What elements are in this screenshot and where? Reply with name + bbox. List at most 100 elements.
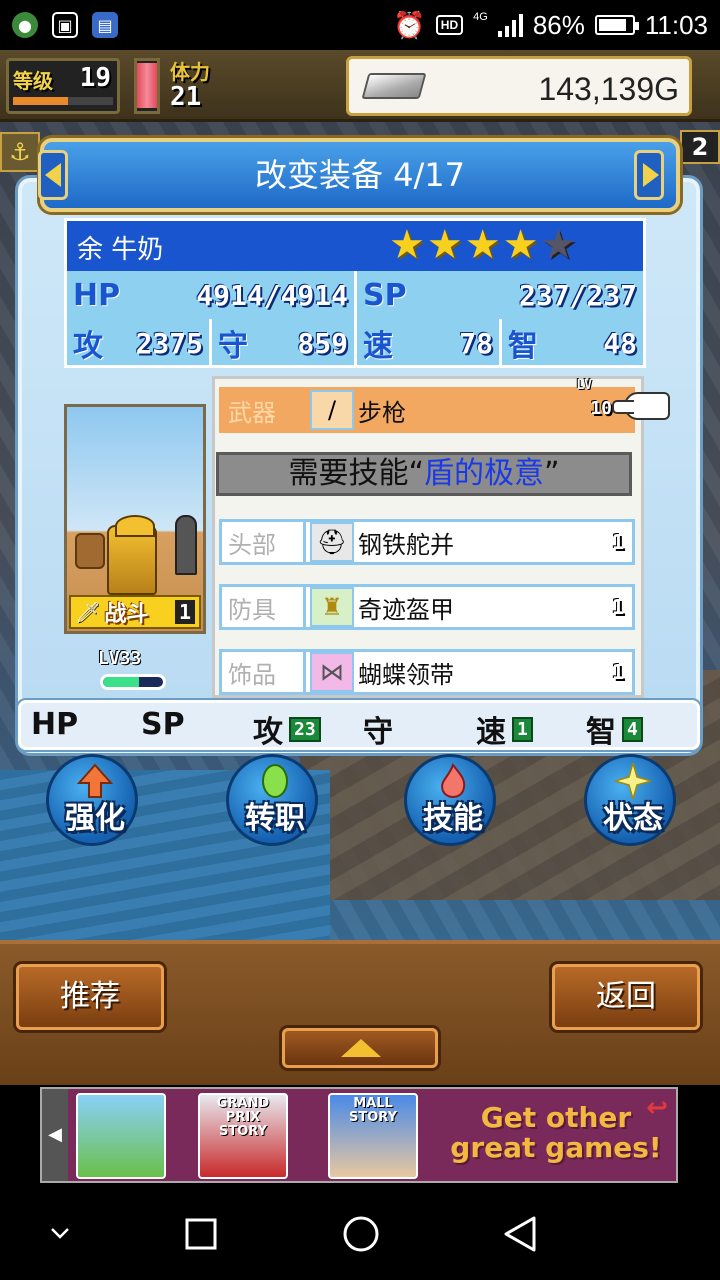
app-notification-icon: ● — [12, 12, 38, 38]
class-tag: 🗡 战斗 1 — [69, 595, 201, 629]
bonus-stats-bar: HP SP 攻 23 守 速 1 智 4 — [18, 700, 700, 750]
sp-cell: SP 237/237 — [357, 271, 643, 319]
barrel-sprite — [75, 533, 105, 569]
head-item-name: 钢铁舵并 — [358, 530, 454, 559]
int-label: 智 — [508, 329, 538, 364]
class-level: 1 — [174, 600, 195, 624]
class-label: 战斗 — [104, 602, 149, 627]
star-filled-icon: ★ — [502, 222, 539, 268]
def-value: 859 — [297, 326, 348, 360]
ad-content[interactable]: ◀ GRAND PRIX STORY MALL STORY Get other … — [40, 1087, 678, 1183]
side-counter[interactable]: 2 — [680, 130, 720, 164]
def-label: 守 — [218, 329, 248, 364]
star-empty-icon: ★ — [540, 222, 577, 268]
prev-character-button[interactable] — [38, 150, 68, 200]
ad-game-tile-castle[interactable] — [76, 1093, 166, 1179]
character-portrait[interactable]: 🗡 战斗 1 — [64, 404, 206, 634]
recents-square-icon[interactable] — [184, 1217, 218, 1251]
home-circle-icon[interactable] — [342, 1215, 380, 1253]
character-sprite — [107, 515, 157, 595]
skill-button[interactable]: 技能 — [404, 754, 496, 846]
skill-requirement-banner: 需要技能“盾的极意” — [216, 452, 632, 496]
back-triangle-icon[interactable] — [502, 1215, 538, 1253]
weapon-level: 10 — [590, 398, 612, 419]
hp-sp-row: HP 4914/4914 SP 237/237 — [67, 271, 643, 319]
signal-icon — [497, 13, 523, 37]
bonus-int: 智 4 — [586, 707, 643, 751]
enhance-button[interactable]: 强化 — [46, 754, 138, 846]
sword-icon: 🗡 — [75, 600, 101, 624]
attribute-row: 攻 2375 守 859 速 78 智 48 — [67, 319, 643, 367]
battery-icon — [594, 15, 639, 35]
next-character-button[interactable] — [634, 150, 664, 200]
armor-slot-row[interactable]: 防具 ♜ 奇迹盔甲 1 — [219, 584, 635, 630]
hp-label: HP — [73, 277, 121, 313]
character-name: 余 牛奶 — [77, 235, 164, 265]
accessory-slot-row[interactable]: 饰品 ⋈ 蝴蝶领带 1 — [219, 649, 635, 695]
change-job-button[interactable]: 转职 — [226, 754, 318, 846]
ad-game-tile-mall[interactable]: MALL STORY — [328, 1093, 418, 1179]
enhance-label: 强化 — [65, 801, 125, 836]
bonus-spd: 速 1 — [476, 707, 533, 751]
bonus-atk: 攻 23 — [253, 707, 321, 751]
star-filled-icon: ★ — [426, 222, 463, 268]
silver-bar-icon — [361, 73, 427, 99]
bonus-sp-label: SP — [141, 707, 185, 742]
ad-tile-3-label: MALL STORY — [349, 1096, 397, 1125]
stamina-value: 21 — [170, 82, 202, 112]
gold-value: 143,139G — [538, 71, 679, 107]
status-bar: ● ▣ ▤ ⏰ HD 4G 86% 11:03 — [0, 0, 720, 50]
rifle-icon: ∕ — [310, 390, 354, 430]
head-item-count: 1 — [611, 530, 624, 554]
change-job-label: 转职 — [245, 801, 305, 836]
skill-req-prefix: 需要技能“ — [288, 456, 424, 491]
star-filled-icon: ★ — [389, 222, 425, 268]
hd-badge: HD — [435, 15, 464, 35]
skill-req-suffix: ” — [544, 456, 560, 491]
bonus-atk-label: 攻 — [253, 715, 283, 750]
ad-game-tile-grandprix[interactable]: GRAND PRIX STORY — [198, 1093, 288, 1179]
bonus-def: 守 — [363, 707, 393, 751]
alarm-icon: ⏰ — [393, 9, 426, 40]
bowtie-icon: ⋈ — [310, 652, 354, 692]
character-info: 余 牛奶 ★ ★ ★ ★ ★ HP 4914/4914 SP 237/237 攻 237… — [64, 218, 646, 368]
accessory-slot-label: 饰品 — [222, 652, 306, 692]
ad-banner[interactable]: ◀ GRAND PRIX STORY MALL STORY Get other … — [0, 1085, 720, 1185]
character-exp-bar — [100, 674, 166, 690]
sp-label: SP — [363, 277, 407, 313]
bonus-atk-value: 23 — [289, 716, 321, 742]
sp-value: 237/237 — [518, 278, 637, 312]
hp-value: 4914/4914 — [196, 278, 348, 312]
ad-scroll-left-icon[interactable]: ◀ — [42, 1089, 68, 1181]
anchor-icon[interactable]: ⚓ — [0, 132, 40, 172]
head-slot-row[interactable]: 头部 ⛑ 钢铁舵并 1 — [219, 519, 635, 565]
stamina-label: 体力 — [170, 60, 210, 84]
network-type: 4G — [473, 11, 488, 23]
spd-label: 速 — [363, 329, 393, 364]
status-label: 状态 — [603, 801, 663, 836]
bonus-int-value: 4 — [622, 716, 643, 742]
dialog-title: 改变装备 4/17 — [40, 138, 680, 212]
back-button[interactable]: 返回 — [552, 964, 700, 1030]
accessory-item-name: 蝴蝶领带 — [358, 660, 454, 689]
atk-value: 2375 — [135, 326, 203, 360]
weapon-slot-row[interactable]: 武器 ∕ 步枪 LV 10 — [219, 378, 635, 433]
weapon-lv-tag: LV — [576, 378, 592, 393]
status-button[interactable]: 状态 — [584, 754, 676, 846]
hp-cell: HP 4914/4914 — [67, 271, 357, 319]
def-cell: 守 859 — [212, 319, 357, 367]
int-cell: 智 48 — [502, 319, 643, 367]
skill-req-name: 盾的极意 — [424, 456, 544, 491]
expand-up-button[interactable] — [282, 1028, 438, 1068]
skill-label: 技能 — [423, 801, 483, 836]
level-label: 等级 — [13, 69, 53, 93]
spd-value: 78 — [459, 326, 493, 360]
level-value: 19 — [79, 63, 111, 93]
training-post-sprite — [175, 515, 197, 575]
recommend-button[interactable]: 推荐 — [16, 964, 164, 1030]
chevron-down-icon[interactable] — [48, 1225, 72, 1241]
rank-stars: ★ ★ ★ ★ ★ — [389, 225, 576, 265]
gold-display: 143,139G — [346, 56, 692, 116]
ad-return-arrow-icon: ↩ — [646, 1093, 668, 1123]
bottom-toolbar: 推荐 返回 — [0, 940, 720, 1085]
